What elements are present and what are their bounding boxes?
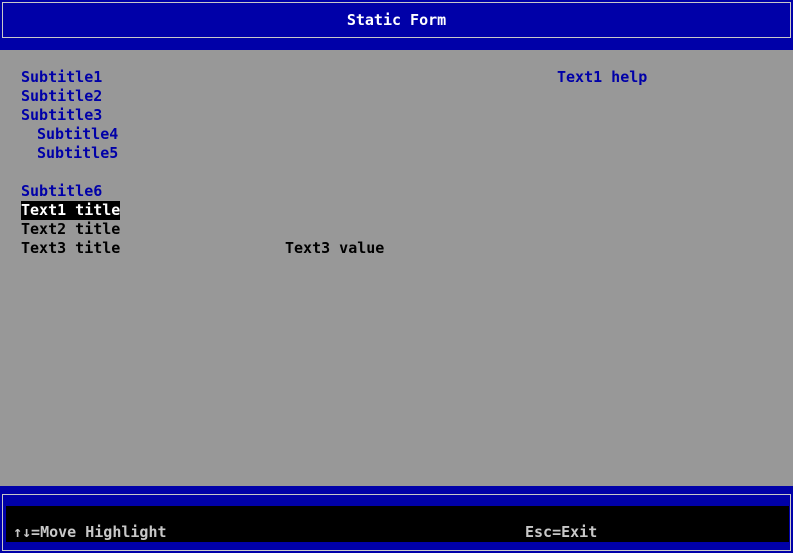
move-highlight-hint: ↑↓=Move Highlight — [13, 523, 167, 541]
subtitle-5: Subtitle5 — [37, 144, 119, 162]
text3-title-field[interactable]: Text3 title — [21, 239, 120, 258]
subtitle-4: Subtitle4 — [37, 125, 119, 143]
text2-title-field[interactable]: Text2 title — [21, 220, 120, 239]
subtitle-1: Subtitle1 — [21, 68, 103, 86]
subtitle-2: Subtitle2 — [21, 87, 103, 105]
footer-bar — [0, 486, 793, 553]
help-text: Text1 help — [557, 68, 648, 86]
text1-title-field[interactable]: Text1 title — [21, 201, 121, 220]
subtitle-6: Subtitle6 — [21, 182, 103, 200]
text3-value: Text3 value — [285, 239, 385, 257]
exit-hint: Esc=Exit — [525, 523, 598, 541]
subtitle-3: Subtitle3 — [21, 106, 103, 124]
form-title: Static Form — [346, 11, 447, 29]
form-area — [0, 50, 793, 486]
